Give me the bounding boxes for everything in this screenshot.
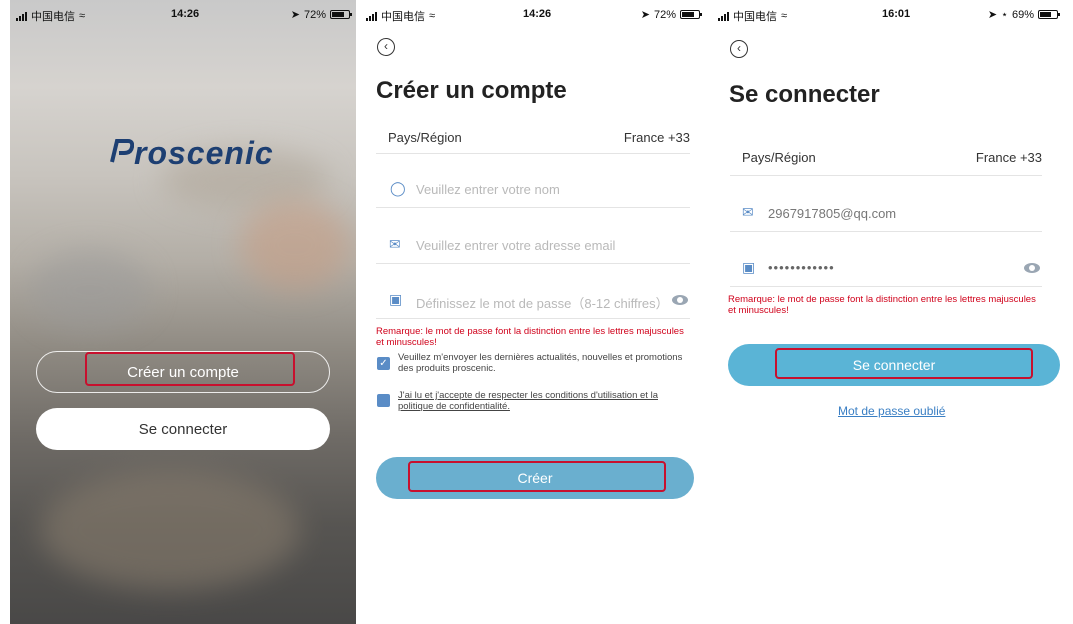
carrier-name: 中国电信 xyxy=(733,11,777,23)
password-field[interactable]: ▣ Définissez le mot de passe（8-12 chiffr… xyxy=(376,283,690,319)
mail-icon: ✉ xyxy=(742,204,754,220)
highlight-box xyxy=(85,352,295,386)
bluetooth-icon: ⋆ xyxy=(1001,9,1008,21)
page-title: Se connecter xyxy=(729,81,880,108)
carrier-info: 中国电信 ≈ xyxy=(16,8,85,24)
status-bar: 中国电信 ≈ 14:26 ➤ 72% xyxy=(360,0,706,26)
page-title: Créer un compte xyxy=(376,77,567,104)
location-icon: ➤ xyxy=(290,9,300,21)
password-remark: Remarque: le mot de passe font la distin… xyxy=(376,326,684,348)
carrier-name: 中国电信 xyxy=(31,11,75,23)
wifi-icon: ≈ xyxy=(79,10,86,22)
region-value: France +33 xyxy=(623,130,690,145)
battery-icon xyxy=(680,10,702,19)
password-field[interactable]: ▣ •••••••••••• xyxy=(730,251,1042,287)
location-icon: ➤ xyxy=(640,9,650,21)
eye-icon[interactable] xyxy=(672,295,688,305)
name-field[interactable]: ◯ Veuillez entrer votre nom xyxy=(376,172,690,208)
email-placeholder: Veuillez entrer votre adresse email xyxy=(416,238,616,253)
status-time: 14:26 xyxy=(171,8,200,20)
battery-percent: 72% xyxy=(653,8,676,21)
email-field[interactable]: ✉ 2967917805@qq.com xyxy=(730,196,1042,232)
forgot-password-link[interactable]: Mot de passe oublié xyxy=(838,404,945,418)
location-icon: ➤ xyxy=(987,9,998,21)
lock-icon: ▣ xyxy=(742,259,756,275)
wifi-icon: ≈ xyxy=(781,10,788,22)
password-placeholder: Définissez le mot de passe（8-12 chiffres… xyxy=(416,296,669,311)
password-value: •••••••••••• xyxy=(768,260,835,275)
user-icon: ◯ xyxy=(390,180,406,196)
battery-percent: 72% xyxy=(303,8,326,21)
wifi-icon: ≈ xyxy=(429,10,436,22)
bg-blur xyxy=(40,470,300,590)
status-bar: 中国电信 ≈ 14:26 ➤ 72% xyxy=(10,0,356,26)
newsletter-checkbox[interactable]: ✓ xyxy=(377,357,390,370)
mail-icon: ✉ xyxy=(389,236,401,252)
logo-mark-icon xyxy=(110,139,134,163)
battery-icon xyxy=(330,10,352,19)
bg-blur xyxy=(30,250,150,330)
name-placeholder: Veuillez entrer votre nom xyxy=(416,182,560,197)
carrier-name: 中国电信 xyxy=(381,11,425,23)
terms-checkbox[interactable] xyxy=(377,394,390,407)
check-icon: ✓ xyxy=(379,358,388,369)
region-value: France +33 xyxy=(975,150,1042,165)
lock-icon: ▣ xyxy=(389,291,403,307)
status-right: ➤ 72% xyxy=(640,8,702,21)
signal-icon xyxy=(16,11,27,21)
logo-text: roscenic xyxy=(134,135,274,171)
back-icon[interactable]: ‹ xyxy=(730,40,748,58)
region-label: Pays/Région xyxy=(388,130,462,145)
login-label: Se connecter xyxy=(138,420,228,438)
app-logo: roscenic xyxy=(108,135,274,172)
login-button[interactable]: Se connecter xyxy=(36,408,330,450)
battery-icon xyxy=(1038,10,1060,19)
status-right: ➤ 72% xyxy=(290,8,352,21)
carrier-info: 中国电信 ≈ xyxy=(718,8,787,24)
battery-percent: 69% xyxy=(1011,8,1034,21)
bg-blur xyxy=(240,200,350,290)
newsletter-text: Veuillez m'envoyer les dernières actuali… xyxy=(398,352,683,374)
back-icon[interactable]: ‹ xyxy=(377,38,395,56)
highlight-box xyxy=(775,348,1033,379)
status-right: ➤ ⋆ 69% xyxy=(987,8,1060,21)
region-row[interactable]: Pays/Région France +33 xyxy=(730,146,1042,176)
signal-icon xyxy=(718,11,729,21)
terms-text[interactable]: J'ai lu et j'accepte de respecter les co… xyxy=(398,390,683,412)
eye-icon[interactable] xyxy=(1024,263,1040,273)
email-value: 2967917805@qq.com xyxy=(768,206,897,221)
password-remark: Remarque: le mot de passe font la distin… xyxy=(728,294,1036,316)
status-bar: 中国电信 ≈ 16:01 ➤ ⋆ 69% xyxy=(712,0,1064,26)
welcome-screen: 中国电信 ≈ 14:26 ➤ 72% roscenic Créer un com… xyxy=(10,0,356,624)
login-screen: 中国电信 ≈ 16:01 ➤ ⋆ 69% ‹ Se connecter Pays… xyxy=(712,0,1064,624)
email-field[interactable]: ✉ Veuillez entrer votre adresse email xyxy=(376,228,690,264)
highlight-box xyxy=(408,461,666,492)
status-time: 16:01 xyxy=(882,8,911,20)
status-time: 14:26 xyxy=(523,8,552,20)
region-row[interactable]: Pays/Région France +33 xyxy=(376,124,690,154)
region-label: Pays/Région xyxy=(742,150,816,165)
signal-icon xyxy=(366,11,377,21)
carrier-info: 中国电信 ≈ xyxy=(366,8,435,24)
register-screen: 中国电信 ≈ 14:26 ➤ 72% ‹ Créer un compte Pay… xyxy=(360,0,706,624)
